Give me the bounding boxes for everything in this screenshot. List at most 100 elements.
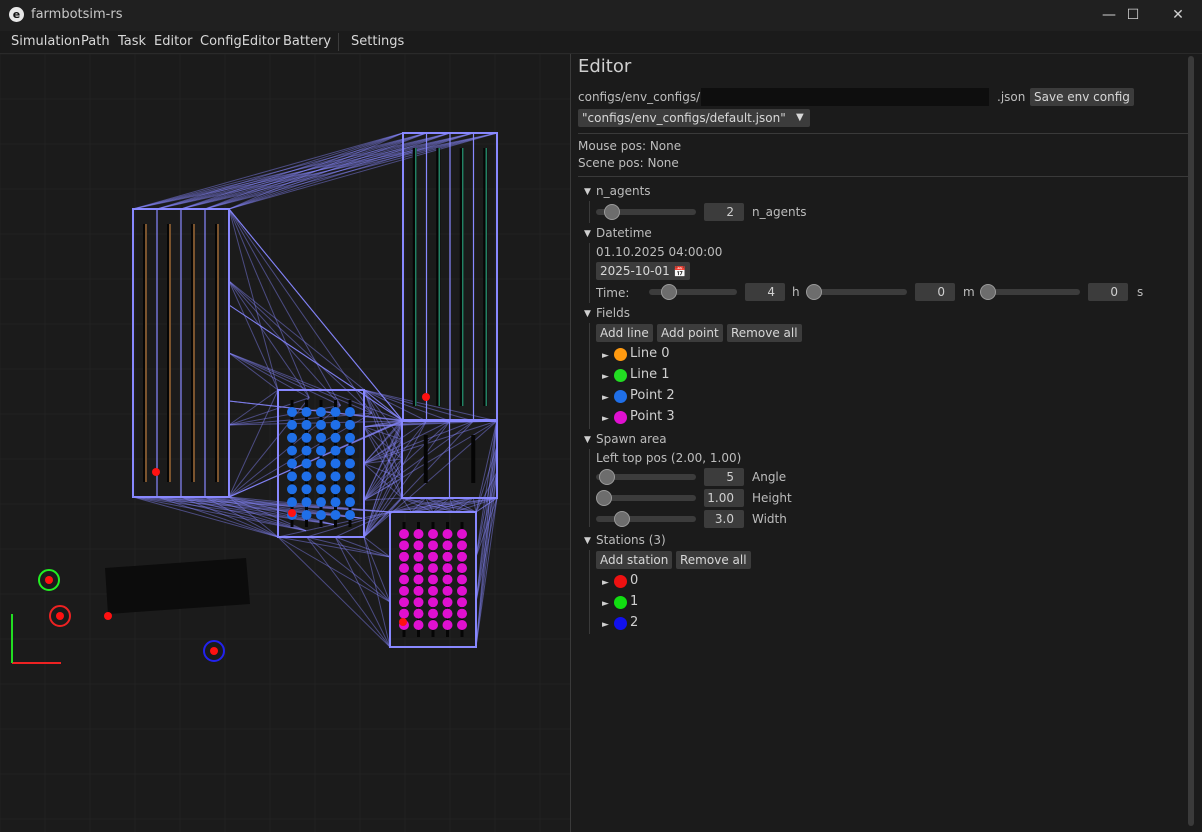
angle-value[interactable]: 5 bbox=[704, 468, 744, 486]
height-value[interactable]: 1.00 bbox=[704, 489, 744, 507]
collapsed-icon[interactable]: ► bbox=[602, 578, 609, 588]
agent-marker bbox=[422, 393, 430, 401]
field-point-2-point bbox=[301, 484, 312, 495]
agent-marker bbox=[152, 468, 160, 476]
slider-knob[interactable] bbox=[598, 469, 615, 485]
datetime-header[interactable]: Datetime bbox=[596, 226, 652, 240]
collapsed-icon[interactable]: ► bbox=[602, 620, 609, 630]
path-line bbox=[228, 280, 279, 391]
hour-unit: h bbox=[792, 285, 800, 299]
expand-icon[interactable]: ▼ bbox=[584, 229, 591, 239]
field-label[interactable]: Line 0 bbox=[630, 346, 670, 361]
fields-header[interactable]: Fields bbox=[596, 306, 630, 320]
field-point-2-point bbox=[316, 484, 326, 495]
second-value[interactable]: 0 bbox=[1088, 283, 1128, 301]
menu-task[interactable]: Task bbox=[118, 34, 146, 49]
minute-value[interactable]: 0 bbox=[915, 283, 955, 301]
window-title: farmbotsim-rs bbox=[31, 7, 123, 22]
menu-editor[interactable]: Editor bbox=[154, 34, 192, 49]
collapsed-icon[interactable]: ► bbox=[602, 414, 609, 424]
station-label[interactable]: 1 bbox=[630, 594, 638, 609]
menu-configeditor[interactable]: ConfigEditor bbox=[200, 34, 280, 49]
field-point-3-point bbox=[457, 620, 467, 630]
slider-knob[interactable] bbox=[596, 490, 612, 506]
field-color-icon bbox=[614, 411, 627, 424]
height-label: Height bbox=[752, 491, 792, 505]
width-label: Width bbox=[752, 512, 787, 526]
field-point-3-point bbox=[413, 529, 424, 539]
path-line bbox=[228, 352, 279, 391]
field-point-2-point bbox=[316, 419, 326, 430]
field-point-2-point bbox=[330, 497, 341, 508]
path-line bbox=[228, 280, 341, 406]
slider-knob[interactable] bbox=[604, 204, 621, 220]
slider-knob[interactable] bbox=[661, 284, 678, 300]
angle-slider[interactable] bbox=[596, 469, 696, 485]
field-point-2-point bbox=[330, 484, 341, 495]
minute-slider[interactable] bbox=[806, 284, 907, 300]
expand-icon[interactable]: ▼ bbox=[584, 536, 591, 546]
field-label[interactable]: Point 2 bbox=[630, 388, 675, 403]
remove-all-fields-button[interactable]: Remove all bbox=[727, 324, 802, 342]
menu-settings[interactable]: Settings bbox=[351, 34, 404, 49]
n-agents-slider[interactable] bbox=[596, 204, 696, 220]
config-dropdown[interactable]: "configs/env_configs/default.json" ▼ bbox=[578, 109, 810, 127]
close-icon[interactable]: ✕ bbox=[1155, 0, 1201, 31]
slider-knob[interactable] bbox=[614, 511, 631, 527]
field-point-3-point bbox=[428, 551, 438, 562]
remove-all-stations-button[interactable]: Remove all bbox=[676, 551, 751, 569]
collapsed-icon[interactable]: ► bbox=[602, 393, 609, 403]
collapsed-icon[interactable]: ► bbox=[602, 372, 609, 382]
menu-simulation[interactable]: Simulation bbox=[11, 34, 80, 49]
station-label[interactable]: 2 bbox=[630, 615, 638, 630]
collapsed-icon[interactable]: ► bbox=[602, 599, 609, 609]
path-line bbox=[228, 280, 310, 399]
field-point-2-point bbox=[330, 407, 341, 417]
field-point-3-point bbox=[442, 551, 453, 562]
n-agents-label: n_agents bbox=[752, 205, 807, 219]
scene-pos: Scene pos: None bbox=[578, 156, 679, 170]
n-agents-header[interactable]: n_agents bbox=[596, 184, 651, 198]
station-label[interactable]: 0 bbox=[630, 573, 638, 588]
add-line-button[interactable]: Add line bbox=[596, 324, 653, 342]
menu-path[interactable]: Path bbox=[81, 34, 110, 49]
date-picker-button[interactable]: 2025-10-01 📅 bbox=[596, 262, 691, 280]
panel-scrollbar[interactable] bbox=[1188, 56, 1194, 826]
n-agents-value[interactable]: 2 bbox=[704, 203, 744, 221]
path-line bbox=[228, 397, 310, 498]
field-label[interactable]: Line 1 bbox=[630, 367, 670, 382]
expand-icon[interactable]: ▼ bbox=[584, 435, 591, 445]
field-label[interactable]: Point 3 bbox=[630, 409, 675, 424]
save-env-config-button[interactable]: Save env config bbox=[1030, 88, 1134, 106]
menu-battery[interactable]: Battery bbox=[283, 34, 331, 49]
add-point-button[interactable]: Add point bbox=[657, 324, 723, 342]
hour-value[interactable]: 4 bbox=[745, 283, 785, 301]
stations-header[interactable]: Stations (3) bbox=[596, 533, 666, 547]
field-point-3-point bbox=[413, 540, 424, 551]
expand-icon[interactable]: ▼ bbox=[584, 187, 591, 197]
scene-canvas[interactable] bbox=[0, 54, 570, 832]
width-slider[interactable] bbox=[596, 511, 696, 527]
scene-viewport[interactable] bbox=[0, 54, 570, 832]
second-slider[interactable] bbox=[980, 284, 1080, 300]
width-value[interactable]: 3.0 bbox=[704, 510, 744, 528]
field-point-3-point bbox=[413, 563, 424, 574]
collapsed-icon[interactable]: ► bbox=[602, 351, 609, 361]
config-name-input[interactable] bbox=[701, 88, 989, 106]
slider-knob[interactable] bbox=[980, 284, 996, 300]
slider-knob[interactable] bbox=[806, 284, 822, 300]
add-station-button[interactable]: Add station bbox=[596, 551, 673, 569]
spawn-area-header[interactable]: Spawn area bbox=[596, 432, 667, 446]
field-point-2-point bbox=[301, 510, 312, 520]
maximize-icon[interactable]: ☐ bbox=[1110, 0, 1156, 31]
chevron-down-icon: ▼ bbox=[796, 112, 804, 123]
expand-icon[interactable]: ▼ bbox=[584, 309, 591, 319]
field-point-2-point bbox=[301, 407, 312, 417]
field-point-2-point bbox=[301, 471, 312, 482]
field-point-2-point bbox=[287, 419, 297, 430]
config-dropdown-value: "configs/env_configs/default.json" bbox=[582, 111, 786, 125]
height-slider[interactable] bbox=[596, 490, 696, 506]
hour-slider[interactable] bbox=[649, 284, 737, 300]
field-point-2-point bbox=[330, 432, 341, 443]
field-point-2-point bbox=[316, 432, 326, 443]
